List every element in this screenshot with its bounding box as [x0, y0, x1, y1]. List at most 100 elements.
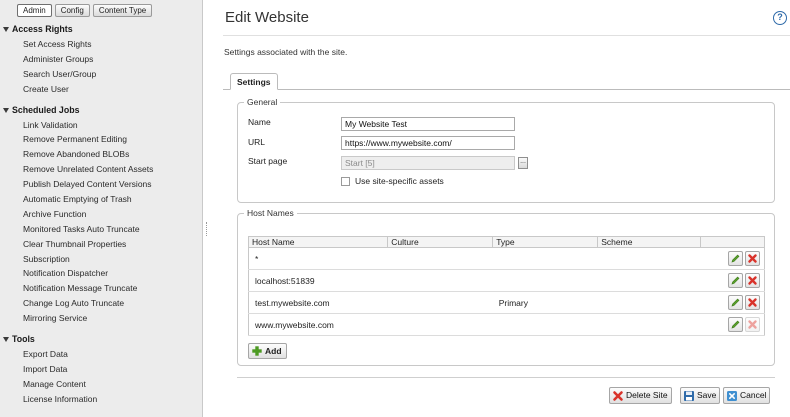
tab-admin[interactable]: Admin — [17, 4, 52, 17]
sidebar-item-remove-permanent-editing[interactable]: Remove Permanent Editing — [0, 132, 203, 147]
group-title: Tools — [12, 334, 35, 345]
sidebar-item-notification-dispatcher[interactable]: Notification Dispatcher — [0, 266, 203, 281]
edit-host-button[interactable] — [728, 251, 743, 266]
row-actions — [700, 291, 765, 314]
sidebar-item-manage-content[interactable]: Manage Content — [0, 377, 203, 392]
red-x-icon — [748, 320, 757, 329]
sidebar-splitter[interactable] — [206, 222, 208, 236]
host-names-legend: Host Names — [247, 208, 294, 218]
start-page-field — [341, 156, 515, 170]
pencil-icon — [731, 298, 740, 307]
type-cell: Primary — [492, 291, 598, 314]
sidebar-item-remove-unrelated-content-assets[interactable]: Remove Unrelated Content Assets — [0, 162, 203, 177]
table-row: test.mywebsite.com Primary — [247, 291, 765, 314]
site-assets-checkbox[interactable] — [341, 177, 350, 186]
pencil-icon — [731, 320, 740, 329]
culture-cell — [387, 269, 493, 292]
edit-host-button[interactable] — [728, 295, 743, 310]
column-culture: Culture — [387, 236, 494, 248]
delete-host-button[interactable] — [745, 251, 760, 266]
column-host-name: Host Name — [247, 236, 389, 248]
tab-divider — [223, 89, 790, 90]
red-x-icon — [613, 390, 623, 401]
red-x-icon — [748, 298, 757, 307]
pencil-icon — [731, 254, 740, 263]
add-label: Add — [265, 346, 282, 356]
sidebar-item-change-log-auto-truncate[interactable]: Change Log Auto Truncate — [0, 296, 203, 311]
table-row: localhost:51839 — [247, 269, 765, 292]
triangle-down-icon — [3, 107, 9, 113]
host-name-cell: test.mywebsite.com — [247, 291, 388, 314]
sidebar-item-search-user-group[interactable]: Search User/Group — [0, 67, 203, 82]
add-host-button[interactable]: Add — [248, 343, 287, 359]
scheme-cell — [597, 247, 701, 270]
row-actions — [700, 269, 765, 292]
pencil-icon — [731, 276, 740, 285]
sidebar-item-automatic-emptying-of-trash[interactable]: Automatic Emptying of Trash — [0, 192, 203, 207]
delete-host-button[interactable] — [745, 273, 760, 288]
tab-settings[interactable]: Settings — [230, 73, 278, 90]
delete-site-label: Delete Site — [626, 390, 668, 400]
main-panel: Edit Website ? Settings associated with … — [213, 0, 790, 417]
sidebar-item-link-validation[interactable]: Link Validation — [0, 118, 203, 133]
sidebar-item-set-access-rights[interactable]: Set Access Rights — [0, 37, 203, 52]
sidebar-item-publish-delayed-content-versions[interactable]: Publish Delayed Content Versions — [0, 177, 203, 192]
delete-host-button-disabled — [745, 317, 760, 332]
table-row: * — [247, 247, 765, 270]
delete-site-button[interactable]: Delete Site — [609, 387, 672, 404]
sidebar-item-notification-message-truncate[interactable]: Notification Message Truncate — [0, 281, 203, 296]
edit-host-button[interactable] — [728, 317, 743, 332]
triangle-down-icon — [3, 337, 9, 343]
footer-divider — [237, 377, 775, 378]
sidebar-item-create-user[interactable]: Create User — [0, 82, 203, 97]
red-x-icon — [748, 276, 757, 285]
page-description: Settings associated with the site. — [224, 47, 348, 57]
cancel-icon — [727, 390, 737, 401]
site-assets-label: Use site-specific assets — [355, 176, 444, 186]
tab-content-type[interactable]: Content Type — [92, 4, 153, 17]
table-row: www.mywebsite.com — [247, 313, 765, 336]
culture-cell — [387, 247, 493, 270]
group-scheduled-jobs[interactable]: Scheduled Jobs — [0, 103, 203, 118]
sidebar-item-subscription[interactable]: Subscription — [0, 252, 203, 267]
sidebar-item-archive-function[interactable]: Archive Function — [0, 207, 203, 222]
sidebar-item-administer-groups[interactable]: Administer Groups — [0, 52, 203, 67]
host-name-cell: * — [247, 247, 388, 270]
help-icon[interactable]: ? — [773, 11, 787, 25]
scheme-cell — [597, 313, 701, 336]
cancel-label: Cancel — [740, 390, 767, 400]
delete-host-button[interactable] — [745, 295, 760, 310]
host-names-fieldset: Host Names Host Name Culture Type Scheme… — [237, 208, 775, 366]
group-title: Access Rights — [12, 24, 73, 34]
save-button[interactable]: Save — [680, 387, 721, 404]
browse-start-page-button[interactable]: ... — [518, 157, 528, 169]
edit-host-button[interactable] — [728, 273, 743, 288]
group-tools[interactable]: Tools — [0, 332, 203, 347]
host-name-cell: www.mywebsite.com — [247, 313, 388, 336]
group-access-rights[interactable]: Access Rights — [0, 22, 203, 37]
table-header-row: Host Name Culture Type Scheme — [247, 236, 765, 248]
sidebar-item-monitored-tasks-auto-truncate[interactable]: Monitored Tasks Auto Truncate — [0, 222, 203, 237]
cancel-button[interactable]: Cancel — [723, 387, 771, 404]
sidebar-item-import-data[interactable]: Import Data — [0, 362, 203, 377]
sidebar-item-mirroring-service[interactable]: Mirroring Service — [0, 311, 203, 326]
name-field[interactable] — [341, 117, 515, 131]
admin-sidebar: Admin Config Content Type Access Rights … — [0, 0, 203, 417]
tab-config[interactable]: Config — [54, 4, 90, 17]
url-label: URL — [248, 137, 266, 147]
sidebar-item-remove-abandoned-blobs[interactable]: Remove Abandoned BLOBs — [0, 147, 203, 162]
sidebar-nav: Access Rights Set Access Rights Administ… — [0, 22, 203, 407]
url-field[interactable] — [341, 136, 515, 150]
sidebar-item-license-information[interactable]: License Information — [0, 392, 203, 407]
title-divider — [223, 35, 790, 36]
name-label: Name — [248, 117, 271, 127]
column-actions — [700, 236, 765, 248]
host-name-cell: localhost:51839 — [247, 269, 388, 292]
culture-cell — [387, 291, 493, 314]
host-names-table: Host Name Culture Type Scheme * localhos… — [247, 236, 765, 336]
sidebar-item-export-data[interactable]: Export Data — [0, 347, 203, 362]
type-cell — [492, 247, 598, 270]
sidebar-item-clear-thumbnail-properties[interactable]: Clear Thumbnail Properties — [0, 237, 203, 252]
scheme-cell — [597, 269, 701, 292]
save-label: Save — [697, 390, 717, 400]
